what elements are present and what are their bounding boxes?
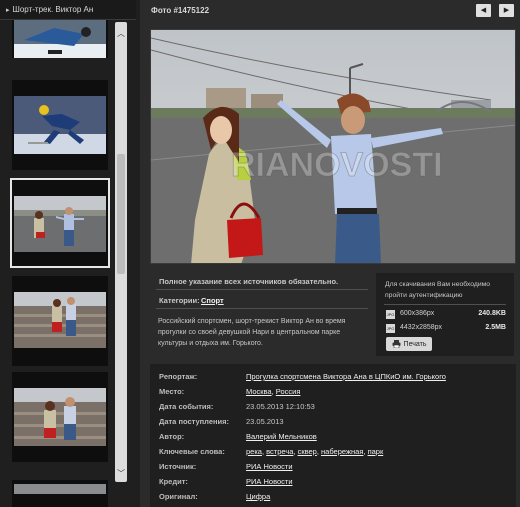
keyword-link[interactable]: река: [246, 447, 262, 456]
meta-row-received-date: Дата поступления: 23.05.2013: [159, 417, 509, 431]
triangle-left-icon: ◀: [480, 7, 487, 14]
main-photo[interactable]: RIANOVOSTI: [150, 29, 516, 264]
source-link[interactable]: РИА Новости: [246, 462, 293, 471]
divider: [156, 308, 368, 309]
sidebar-title: Шорт-трек. Виктор Ан: [12, 5, 94, 14]
thumbnail-item[interactable]: [12, 372, 108, 462]
thumbnail-image: [14, 292, 106, 348]
place-link[interactable]: Москва: [246, 387, 272, 396]
scroll-down-icon[interactable]: ﹀: [115, 468, 127, 480]
meta-row-original: Оригинал: Цифра: [159, 492, 509, 506]
jpg-file-icon: JPG: [386, 310, 395, 319]
meta-label: Дата поступления:: [159, 417, 230, 426]
sidebar-scrollbar[interactable]: ︿ ﹀: [115, 22, 127, 482]
meta-row-reportage: Репортаж: Прогулка спортсмена Виктора Ан…: [159, 372, 509, 386]
meta-label: Ключевые слова:: [159, 447, 225, 456]
thumbnail-item-selected[interactable]: [10, 178, 110, 268]
thumbnail-item[interactable]: [12, 480, 108, 507]
meta-row-keywords: Ключевые слова: река, встреча, сквер, на…: [159, 447, 384, 456]
triangle-right-icon: ▶: [503, 7, 510, 14]
photo-metadata: Репортаж: Прогулка спортсмена Виктора Ан…: [150, 364, 516, 507]
divider: [384, 304, 506, 305]
file-size: 2.5MB: [485, 324, 506, 331]
meta-label: Оригинал:: [159, 492, 198, 501]
meta-row-event-date: Дата события: 23.05.2013 12:10:53: [159, 402, 509, 416]
thumbnail-item[interactable]: [12, 80, 108, 170]
auth-required-note: Для скачивания Вам необходимо пройти аут…: [385, 281, 491, 299]
photo-sidebar: ▸ Шорт-трек. Виктор Ан ︿ ﹀: [0, 0, 140, 507]
scrollbar-thumb[interactable]: [117, 154, 125, 274]
thumbnail-list: [6, 20, 114, 507]
file-size: 240.8KB: [478, 310, 506, 317]
print-label: Печать: [403, 340, 427, 348]
sidebar-header: ▸ Шорт-трек. Виктор Ан: [0, 0, 136, 20]
thumbnail-item[interactable]: [12, 276, 108, 366]
meta-row-credit: Кредит: РИА Новости: [159, 477, 509, 491]
scroll-up-icon[interactable]: ︿: [115, 28, 127, 40]
meta-label: Источник:: [159, 462, 197, 471]
credit-link[interactable]: РИА Новости: [246, 477, 293, 486]
download-option-small[interactable]: JPG 600x386px 240.8KB: [386, 309, 506, 320]
category-link[interactable]: Спорт: [201, 296, 224, 305]
divider: [156, 289, 368, 290]
main-photo-image: RIANOVOSTI: [151, 30, 515, 263]
image-dimensions: 600x386px: [400, 310, 435, 317]
photo-caption: Российский спортсмен, шорт-трекист Викто…: [158, 318, 346, 347]
original-link[interactable]: Цифра: [246, 492, 270, 501]
author-link[interactable]: Валерий Мельников: [246, 432, 317, 441]
keyword-link[interactable]: встреча: [266, 447, 293, 456]
printer-icon: [392, 340, 401, 348]
meta-label: Кредит:: [159, 477, 188, 486]
received-date: 23.05.2013: [246, 417, 284, 426]
source-required-note: Полное указание всех источников обязател…: [159, 277, 339, 286]
photo-id-title: Фото #1475122: [151, 6, 210, 15]
next-photo-button[interactable]: ▶: [499, 4, 514, 17]
keyword-link[interactable]: парк: [368, 447, 384, 456]
keyword-link[interactable]: сквер: [298, 447, 317, 456]
previous-photo-button[interactable]: ◀: [476, 4, 491, 17]
meta-label: Автор:: [159, 432, 185, 441]
download-panel: Для скачивания Вам необходимо пройти аут…: [376, 273, 514, 356]
thumbnail-image: [14, 484, 106, 494]
thumbnail-item[interactable]: [12, 20, 108, 58]
meta-row-source: Источник: РИА Новости: [159, 462, 509, 476]
meta-label: Место:: [159, 387, 185, 396]
watermark-logo: RIANOVOSTI: [231, 146, 443, 184]
place-link[interactable]: Россия: [276, 387, 301, 396]
thumbnail-image: [14, 196, 106, 252]
jpg-file-icon: JPG: [386, 324, 395, 333]
meta-row-author: Автор: Валерий Мельников: [159, 432, 509, 446]
keyword-link[interactable]: набережная: [321, 447, 363, 456]
thumbnail-image: [14, 96, 106, 154]
category-label: Категории:: [159, 296, 200, 305]
print-button[interactable]: Печать: [386, 337, 432, 351]
thumbnail-image: [14, 20, 106, 58]
meta-label: Репортаж:: [159, 372, 198, 381]
meta-label: Дата события:: [159, 402, 214, 411]
reportage-link[interactable]: Прогулка спортсмена Виктора Ана в ЦПКиО …: [246, 372, 446, 381]
download-option-large[interactable]: JPG 4432x2858px 2.5MB: [386, 323, 506, 334]
bullet-icon: ▸: [6, 6, 10, 14]
image-dimensions: 4432x2858px: [400, 324, 443, 331]
thumbnail-image: [14, 388, 106, 446]
meta-row-place: Место: Москва, Россия: [159, 387, 301, 396]
event-date: 23.05.2013 12:10:53: [246, 402, 315, 411]
